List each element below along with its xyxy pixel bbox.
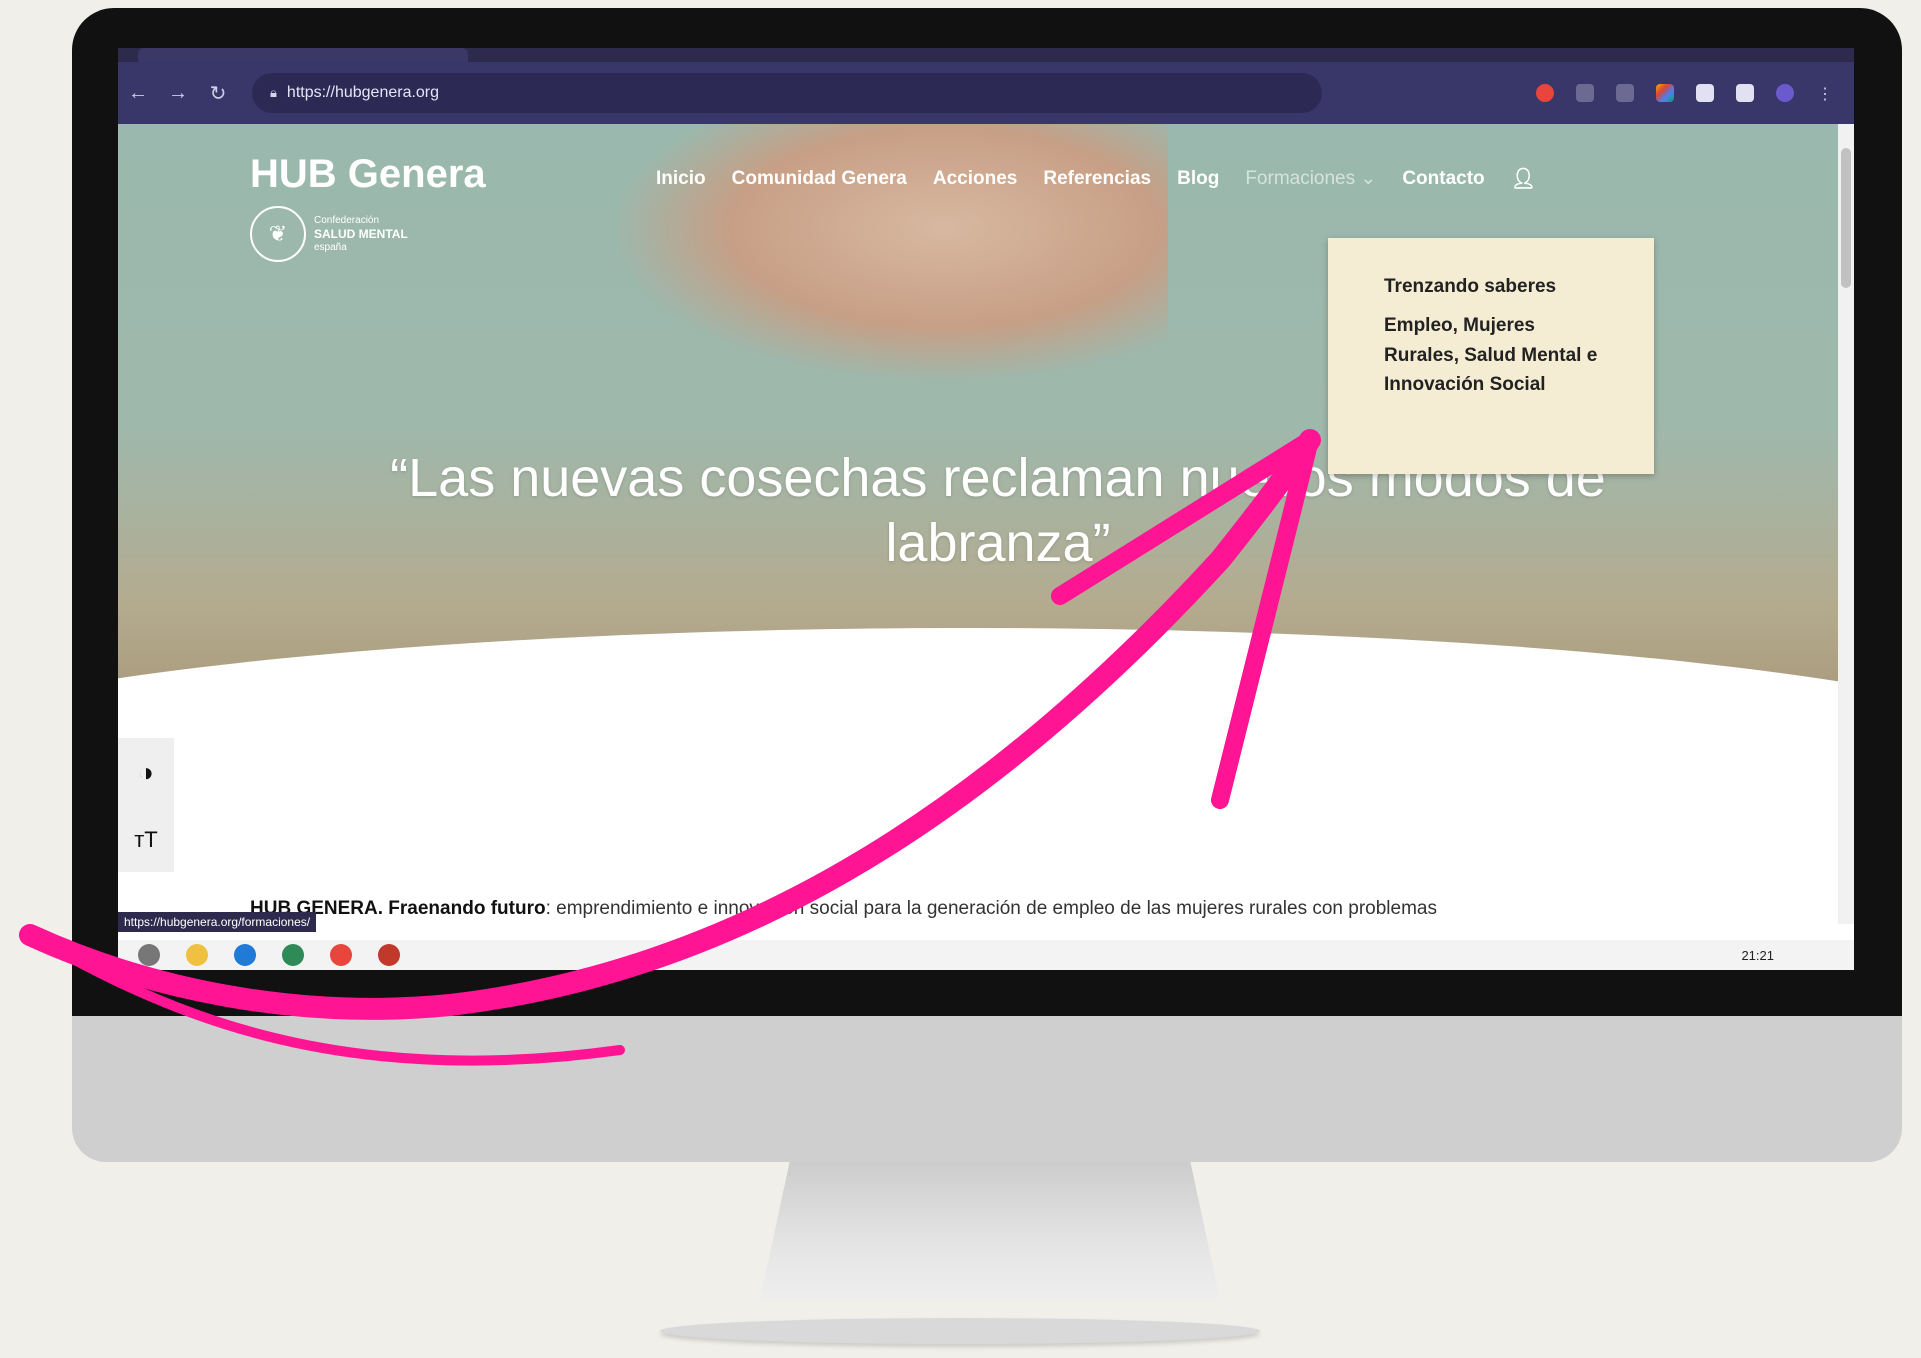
contrast-icon[interactable]: ◑ — [138, 757, 154, 788]
nav-referencias[interactable]: Referencias — [1043, 168, 1151, 190]
star-icon[interactable] — [1616, 84, 1634, 102]
folder-icon[interactable] — [186, 944, 208, 966]
confed-logo: ❦ Confederación SALUD MENTAL españa — [250, 206, 408, 262]
monitor-stand — [760, 1150, 1220, 1300]
address-bar: ← → ↻ 🔒︎ https://hubgenera.org ⋮ — [118, 62, 1854, 124]
back-icon[interactable]: ← — [118, 82, 158, 105]
forward-icon[interactable]: → — [158, 82, 198, 105]
share-icon[interactable] — [1576, 84, 1594, 102]
nav-formaciones[interactable]: Formaciones ⌄ — [1245, 167, 1376, 190]
edge-icon[interactable] — [234, 944, 256, 966]
chrome-icon[interactable] — [330, 944, 352, 966]
menu-icon[interactable]: ⋮ — [1816, 84, 1834, 103]
nav-contacto[interactable]: Contacto — [1402, 168, 1484, 190]
nav-inicio[interactable]: Inicio — [656, 168, 706, 190]
status-url: https://hubgenera.org/formaciones/ — [118, 912, 317, 932]
confed-bot: españa — [314, 241, 347, 253]
extension-icon[interactable] — [1656, 84, 1674, 102]
nav-acciones[interactable]: Acciones — [933, 168, 1017, 190]
formaciones-dropdown: Trenzando saberes Empleo, Mujeres Rurale… — [1328, 238, 1654, 474]
url-text: https://hubgenera.org — [286, 84, 440, 101]
reload-icon[interactable]: ↻ — [198, 81, 238, 106]
lock-icon: 🔒︎ — [270, 85, 277, 100]
extensions: ⋮ — [1536, 84, 1854, 103]
monitor-stand-base — [660, 1318, 1260, 1344]
confed-mid: SALUD MENTAL — [314, 226, 408, 241]
intro-strong-2: Fraenando futuro — [388, 898, 546, 919]
start-icon[interactable] — [138, 944, 160, 966]
sidepanel-icon[interactable] — [1736, 84, 1754, 102]
tree-icon: ❦ — [250, 206, 306, 262]
main-nav: Inicio Comunidad Genera Acciones Referen… — [656, 166, 1536, 191]
accessibility-toolbar: ◑ ᴛT — [118, 738, 174, 872]
monitor-chin — [72, 1016, 1902, 1162]
dropdown-item-trenzando[interactable]: Trenzando saberes — [1384, 272, 1610, 301]
taskbar: 21:21 — [118, 940, 1854, 970]
tab-bar — [118, 48, 1854, 62]
browser-tab[interactable] — [138, 48, 468, 62]
screen: ← → ↻ 🔒︎ https://hubgenera.org ⋮ HUB Gen… — [118, 48, 1854, 970]
chrome-profile-icon[interactable] — [378, 944, 400, 966]
confed-top: Confederación — [314, 214, 380, 226]
puzzle-icon[interactable] — [1696, 84, 1714, 102]
url-input[interactable]: 🔒︎ https://hubgenera.org — [252, 73, 1322, 113]
scrollbar-thumb[interactable] — [1841, 148, 1851, 288]
nav-comunidad[interactable]: Comunidad Genera — [732, 168, 907, 190]
intro-rest: : emprendimiento e innovación social par… — [545, 898, 1437, 919]
site-logo[interactable]: HUB Genera — [250, 152, 486, 197]
whatsapp-icon[interactable] — [282, 944, 304, 966]
user-icon[interactable]: 👤︎ — [1511, 166, 1536, 191]
text-size-icon[interactable]: ᴛT — [134, 827, 158, 853]
nav-blog[interactable]: Blog — [1177, 168, 1219, 190]
google-icon[interactable] — [1536, 84, 1554, 102]
profile-icon[interactable] — [1776, 84, 1794, 102]
intro-text: HUB GENERA. Fraenando futuro: emprendimi… — [250, 898, 1437, 920]
clock: 21:21 — [1741, 947, 1774, 963]
dropdown-item-empleo[interactable]: Empleo, Mujeres Rurales, Salud Mental e … — [1384, 311, 1610, 399]
hand-image — [608, 124, 1168, 384]
